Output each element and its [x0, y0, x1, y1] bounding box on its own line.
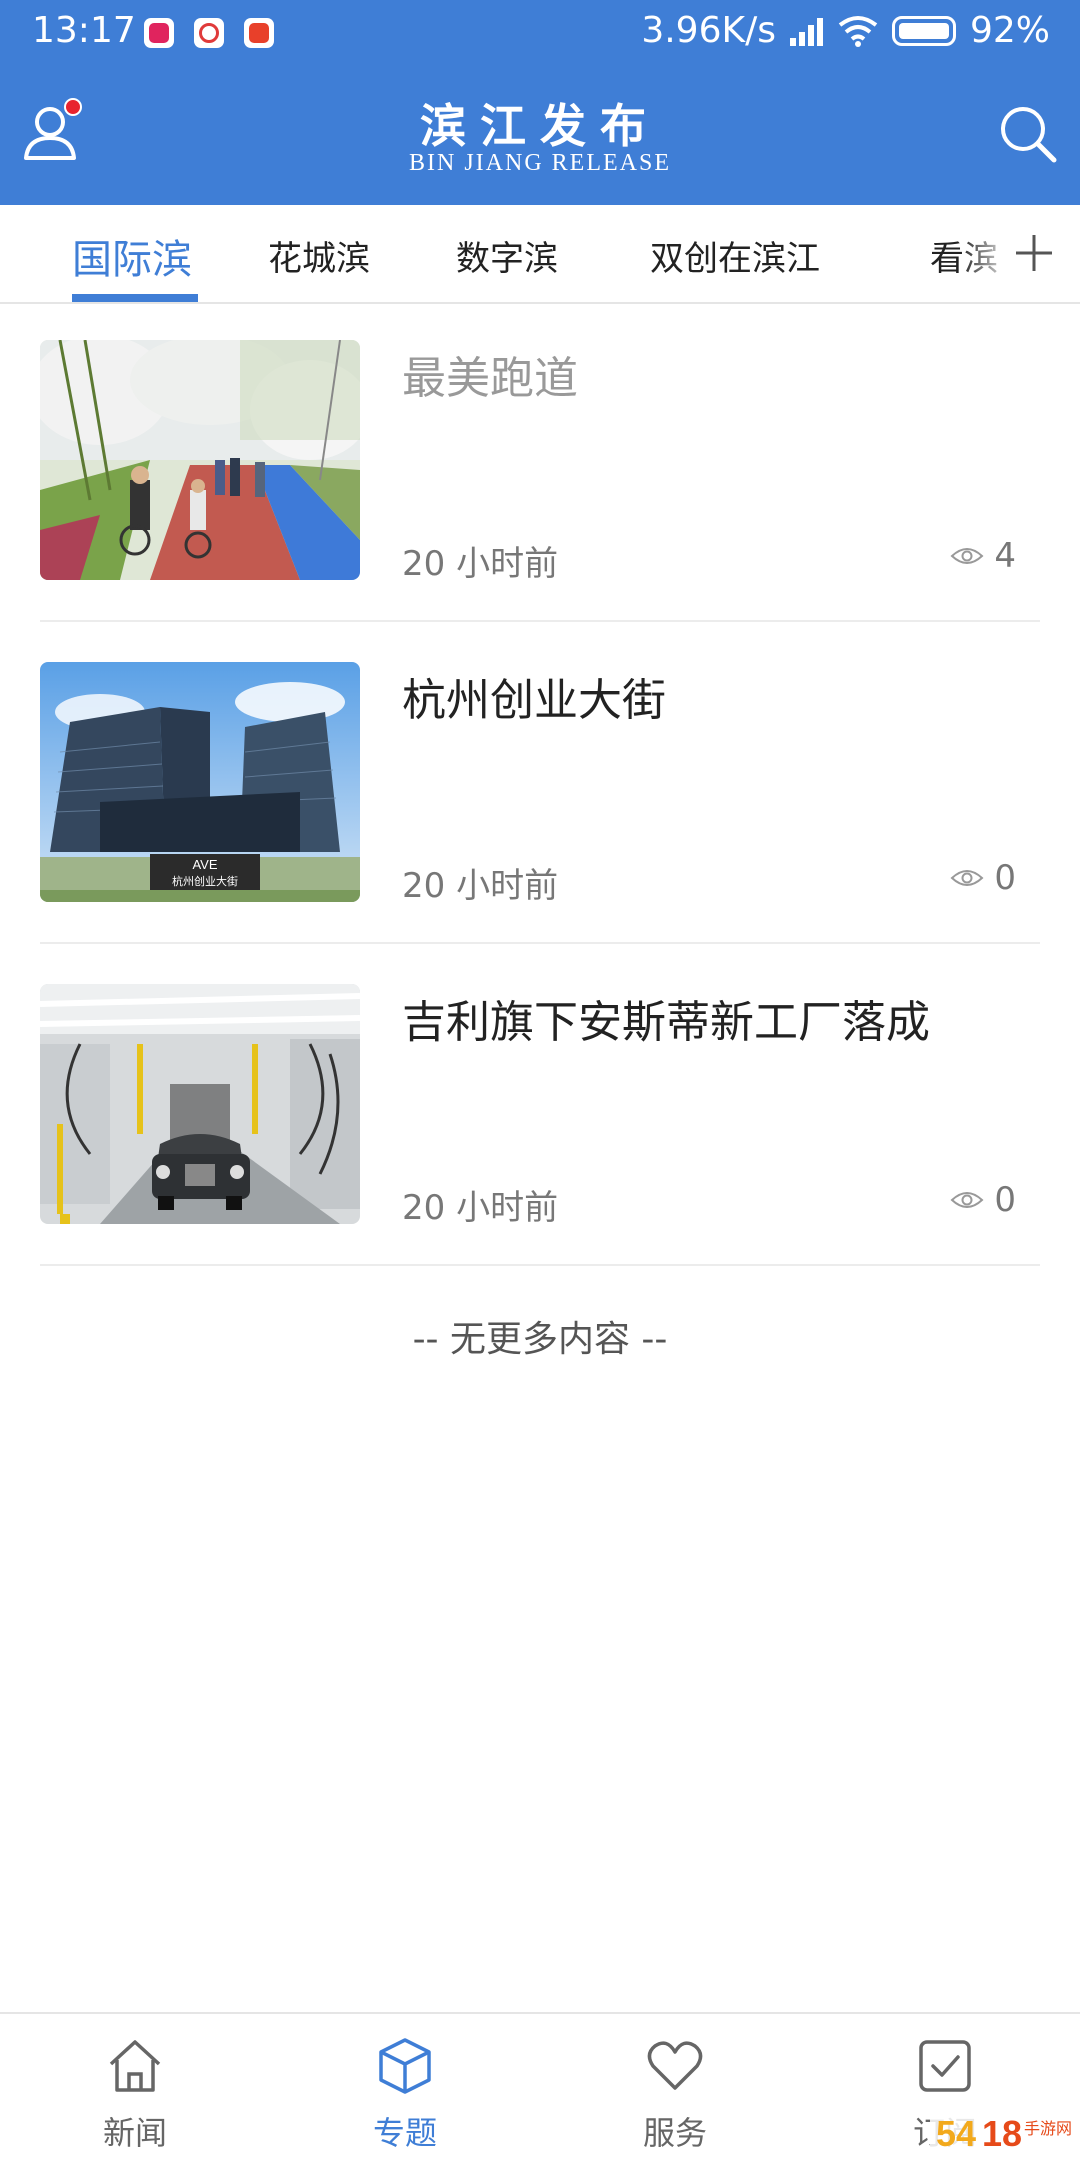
watermark-logo: 54 18 手游网	[930, 2106, 1080, 2158]
heart-icon	[647, 2041, 703, 2090]
news-item[interactable]: AVE 杭州创业大街 杭州创业大街 20 小时前 0	[40, 662, 1040, 906]
cube-icon	[379, 2038, 431, 2094]
tab-guojibin[interactable]: 国际滨	[72, 227, 192, 285]
wifi-icon	[838, 15, 878, 47]
svg-text:18: 18	[982, 2113, 1022, 2154]
battery-level: 92%	[969, 10, 1050, 51]
eye-icon	[950, 1192, 984, 1208]
page-title: 滨江发布	[420, 99, 660, 153]
news-time: 20 小时前	[402, 544, 559, 584]
nav-label: 服务	[642, 2114, 707, 2152]
divider	[40, 942, 1040, 944]
tab-huachengbin[interactable]: 花城滨	[268, 231, 370, 280]
news-item[interactable]: 最美跑道 20 小时前 4	[40, 340, 1040, 584]
category-tabs: 国际滨 花城滨 数字滨 双创在滨江 看滨	[0, 205, 1080, 304]
divider	[40, 1264, 1040, 1266]
news-item[interactable]: 吉利旗下安斯蒂新工厂落成 20 小时前 0	[40, 984, 1040, 1228]
divider	[40, 620, 1040, 622]
thumb-logo: AVE	[192, 857, 217, 872]
tab-shuangchuang[interactable]: 双创在滨江	[650, 231, 820, 280]
status-time: 13:17	[32, 10, 136, 51]
svg-text:手游网: 手游网	[1024, 2119, 1072, 2138]
search-icon[interactable]	[996, 102, 1058, 164]
app-header: 滨江发布 BIN JIANG RELEASE	[0, 68, 1080, 205]
status-right: 3.96K/s 92%	[641, 10, 1050, 51]
eye-icon	[950, 870, 984, 886]
tab-shuzibin[interactable]: 数字滨	[456, 231, 558, 280]
nav-item-services[interactable]: 服务	[540, 2014, 810, 2160]
news-time: 20 小时前	[402, 866, 559, 906]
news-title: 杭州创业大街	[402, 675, 666, 726]
svg-text:54: 54	[936, 2113, 976, 2154]
battery-icon	[891, 15, 956, 46]
notification-app-icon	[144, 18, 174, 48]
network-speed: 3.96K/s	[641, 10, 776, 51]
checkbox-icon	[919, 2040, 971, 2092]
bottom-nav: 新闻 专题 服务 订阅	[0, 2012, 1080, 2160]
no-more-content: -- 无更多内容 --	[412, 1319, 668, 1360]
news-time: 20 小时前	[402, 1188, 559, 1228]
nav-item-topics[interactable]: 专题	[270, 2014, 540, 2160]
signal-icon	[789, 16, 824, 46]
status-bar: 13:17 3.96K/s 92%	[0, 0, 1080, 68]
notification-app-icon	[244, 18, 274, 48]
view-count-value: 0	[994, 858, 1016, 898]
thumb-sign: 杭州创业大街	[172, 874, 238, 888]
add-tab-icon[interactable]	[1012, 231, 1056, 275]
news-title: 最美跑道	[402, 353, 578, 404]
active-tab-indicator	[72, 294, 198, 302]
eye-icon	[950, 548, 984, 564]
nav-label: 专题	[372, 2114, 437, 2152]
page-subtitle: BIN JIANG RELEASE	[409, 150, 671, 176]
view-count: 4	[950, 536, 1016, 576]
nav-item-news[interactable]: 新闻	[0, 2014, 270, 2160]
view-count: 0	[950, 858, 1016, 898]
home-icon	[109, 2040, 161, 2092]
view-count: 0	[950, 1180, 1016, 1220]
notification-app-icon	[194, 18, 224, 48]
news-thumbnail	[40, 984, 360, 1224]
nav-label: 新闻	[102, 2114, 167, 2152]
view-count-value: 4	[994, 536, 1016, 576]
news-thumbnail	[40, 340, 360, 580]
news-thumbnail: AVE 杭州创业大街	[40, 662, 360, 902]
view-count-value: 0	[994, 1180, 1016, 1220]
news-title: 吉利旗下安斯蒂新工厂落成	[402, 997, 930, 1048]
